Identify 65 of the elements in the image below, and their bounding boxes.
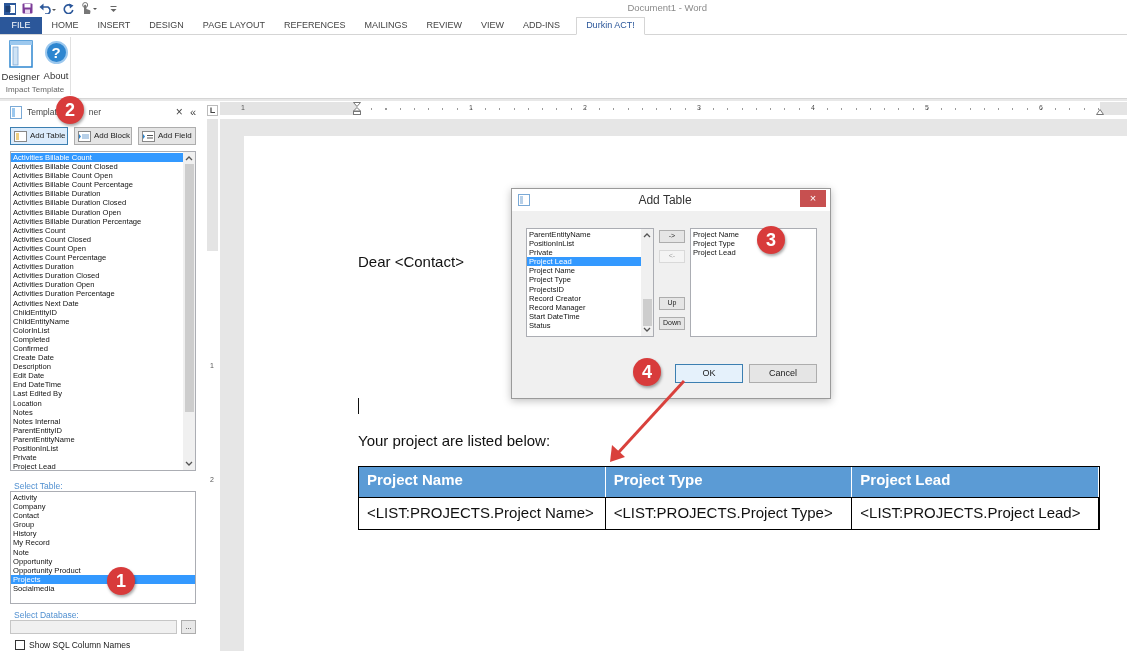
customize-icon[interactable] <box>110 4 117 13</box>
table-icon <box>14 130 27 142</box>
scrollbar[interactable] <box>641 229 653 336</box>
ribbon-tab[interactable]: REVIEW <box>417 17 472 34</box>
redo-icon[interactable] <box>63 3 74 14</box>
about-button[interactable]: ? About <box>41 37 71 85</box>
column-header: Project Name <box>359 467 606 497</box>
scroll-thumb[interactable] <box>642 299 652 326</box>
column-header: Project Type <box>605 467 853 497</box>
window-title: Document1 - Word <box>627 1 707 16</box>
column-header: Project Lead <box>852 467 1099 497</box>
dialog-icon <box>518 194 530 206</box>
scrollbar[interactable] <box>183 152 195 470</box>
tab-stop-icon[interactable] <box>207 104 218 116</box>
file-tab[interactable]: FILE <box>0 17 42 34</box>
dialog-button[interactable]: OK <box>675 364 743 383</box>
collapse-button[interactable]: « <box>189 103 196 121</box>
toolbar-button[interactable]: Add Table <box>10 127 68 145</box>
ribbon-tab[interactable]: INSERT <box>88 17 140 34</box>
block-icon <box>78 130 91 142</box>
undo-icon[interactable] <box>39 3 57 14</box>
dialog-title: Add Table <box>637 192 693 209</box>
checkbox-label: Show SQL Column Names <box>29 638 131 652</box>
table-cell: <LIST:PROJECTS.Project Type> <box>605 497 853 529</box>
group-label: Impact Template <box>5 84 65 97</box>
ribbon-tab[interactable]: DESIGN <box>139 17 194 34</box>
scroll-down-icon[interactable] <box>643 326 651 334</box>
dialog-button[interactable]: Cancel <box>749 364 817 383</box>
scroll-up-icon[interactable] <box>643 231 651 239</box>
designer-icon <box>8 40 33 68</box>
text-cursor <box>358 398 359 414</box>
indent-marker-icon[interactable] <box>353 102 361 115</box>
ribbon-tab[interactable]: HOME <box>42 17 88 34</box>
table-cell: <LIST:PROJECTS.Project Lead> <box>852 497 1099 529</box>
ribbon-tab[interactable]: REFERENCES <box>274 17 356 34</box>
save-icon[interactable] <box>22 3 33 14</box>
field-icon <box>142 130 155 142</box>
ribbon-tab[interactable]: Durkin ACT! <box>575 17 646 35</box>
body-text: Your project are listed below: <box>358 432 551 450</box>
ribbon-tab[interactable]: MAILINGS <box>355 17 418 34</box>
scroll-thumb[interactable] <box>184 164 194 412</box>
close-button[interactable]: × <box>175 103 183 121</box>
database-field[interactable] <box>10 620 177 634</box>
list-box[interactable] <box>10 151 196 471</box>
document-app-icon[interactable] <box>4 2 16 15</box>
scroll-up-icon[interactable] <box>185 154 193 162</box>
ribbon-tab[interactable]: PAGE LAYOUT <box>193 17 275 34</box>
toolbar-button[interactable]: Add Block <box>74 127 132 145</box>
touch-icon[interactable] <box>80 2 98 15</box>
field-label: Select Table: <box>13 480 64 491</box>
field-label: Select Database: <box>13 609 80 620</box>
table-cell: <LIST:PROJECTS.Project Name> <box>359 497 606 529</box>
designer-button[interactable]: Designer <box>0 37 42 85</box>
ribbon-tab[interactable]: ADD-INS <box>513 17 570 34</box>
panel-icon <box>10 105 22 119</box>
greeting-text: Dear <Contact> <box>358 253 464 271</box>
ribbon-tab[interactable]: VIEW <box>471 17 514 34</box>
toolbar-button[interactable]: Add Field <box>138 127 196 145</box>
scroll-down-icon[interactable] <box>185 460 193 468</box>
checkbox[interactable] <box>15 640 25 650</box>
indent-marker-icon[interactable] <box>1096 109 1104 115</box>
close-button[interactable]: × <box>800 190 826 207</box>
help-icon: ? <box>44 41 68 64</box>
browse-button[interactable]: ... <box>181 620 196 634</box>
panel-title: ner <box>88 105 102 119</box>
